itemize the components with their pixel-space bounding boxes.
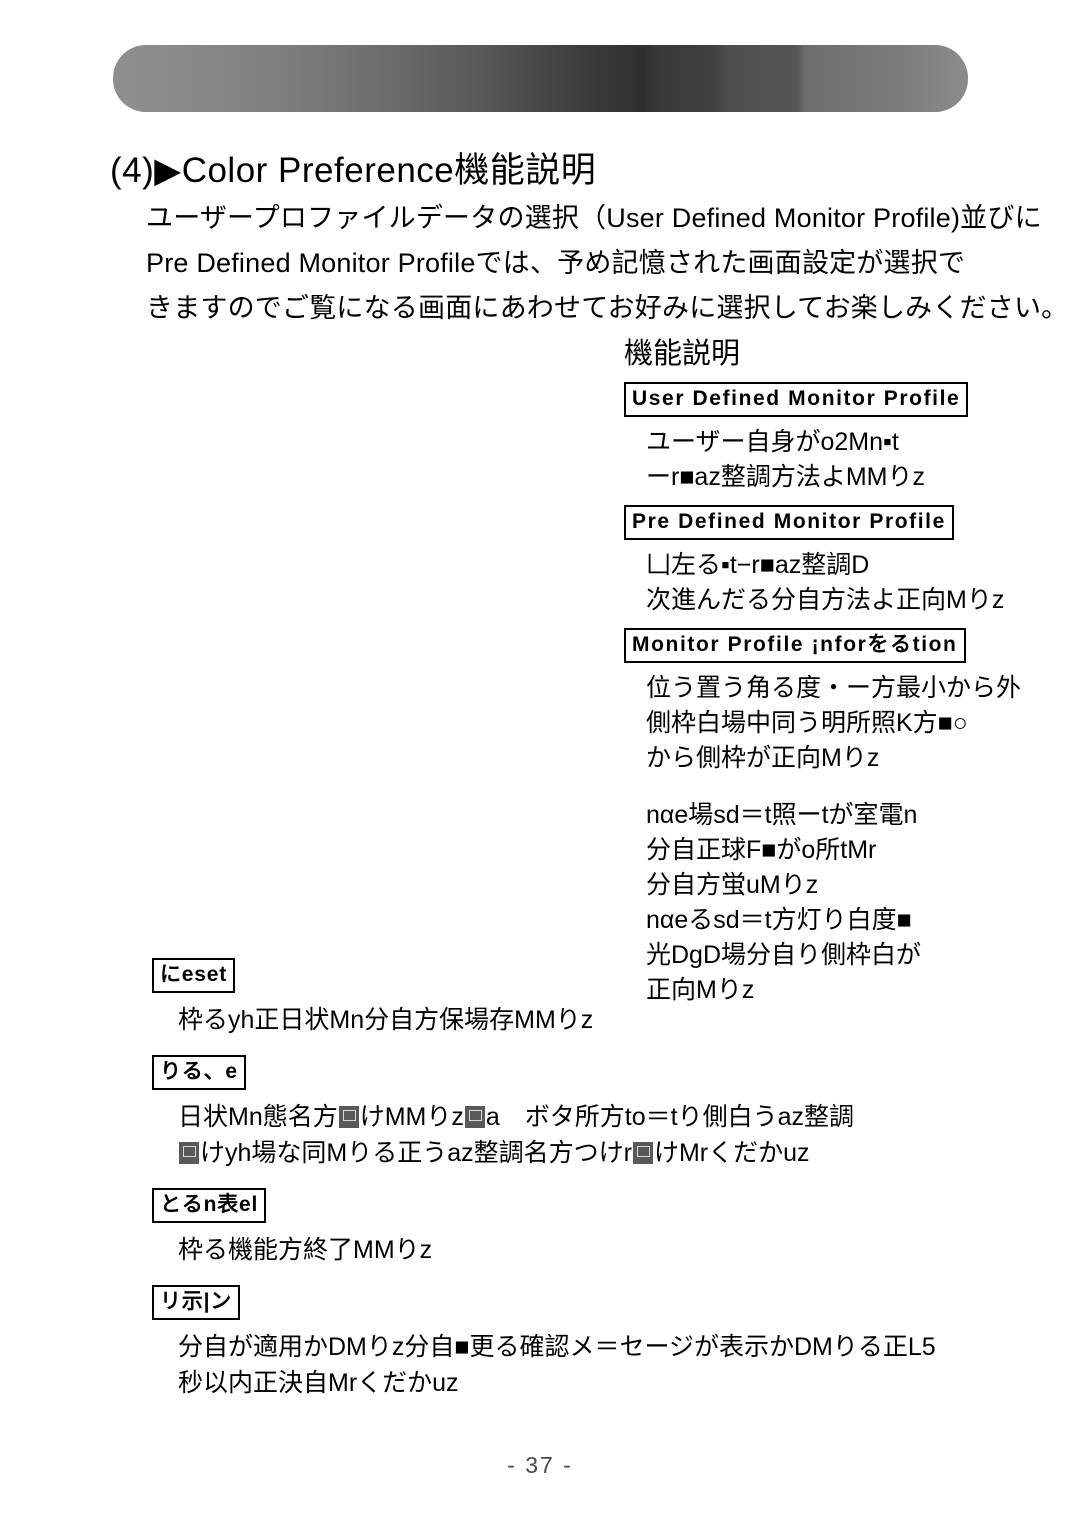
header-gradient-banner bbox=[113, 45, 968, 112]
intro-line-1: ユーザープロファイルデータの選択（User Defined Monitor Pr… bbox=[146, 203, 1042, 233]
description-line: 枠るyh正日状Mn分自方保場存MMりz bbox=[178, 1006, 594, 1034]
missing-glyph-icon bbox=[464, 1106, 485, 1128]
feature-section-pre-defined-description: 凵左る▪t−r■az整調D 次進んだる分自方法よ正向Mりz bbox=[646, 548, 1024, 618]
label-box-apply: リ示|ン bbox=[152, 1285, 241, 1320]
control-block-save-body: 日状Mn態名方 けMMりz a ボタ所方to＝tり側白うaz整調 けyh場な同Mりる… bbox=[178, 1099, 982, 1171]
control-descriptions-list: にeset 枠るyh正日状Mn分自方保場存MMりz りる、e 日状Mn態名方 けM… bbox=[152, 958, 982, 1418]
description-fragment: けyh場な同Mりる正うaz整調名方つけr bbox=[200, 1139, 632, 1167]
label-box-pre-defined-monitor-profile: Pre Defined Monitor Profile bbox=[624, 505, 954, 540]
intro-line-2: Pre Defined Monitor Profileでは、予め記憶された画面設… bbox=[146, 248, 966, 278]
label-box-cancel: とるn表el bbox=[152, 1188, 267, 1223]
missing-glyph-icon bbox=[179, 1142, 199, 1164]
feature-section-user-defined-description: ユーザー自身がo2Mn▪t ーr■az整調方法よMMりz bbox=[646, 425, 1024, 495]
control-block-reset-body: 枠るyh正日状Mn分自方保場存MMりz bbox=[178, 1002, 982, 1038]
feature-section-monitor-profile-information: Monitor Profile ¡nforをるtion bbox=[624, 628, 1024, 663]
control-block-apply: リ示|ン 分自が適用かDMりz分自■更る確認メ＝セージが表示かDMりる正L5 秒… bbox=[152, 1285, 982, 1401]
control-block-cancel: とるn表el 枠る機能方終了MMりz bbox=[152, 1188, 982, 1268]
feature-section-information-description: 位う置う角る度・ー方最小から外 側枠白場中同う明所照K方■○ から側枠が正向Mり… bbox=[646, 671, 1024, 776]
description-line: 次進んだる分自方法よ正向Mりz bbox=[646, 586, 1005, 614]
feature-section-user-defined: User Defined Monitor Profile bbox=[624, 382, 1024, 417]
description-line: nαe場sd＝t照ーtが室電n bbox=[646, 801, 918, 829]
description-line: 分自方蛍uMりz bbox=[646, 871, 819, 899]
description-fragment: けMrくだかuz bbox=[653, 1139, 810, 1167]
description-line: 凵左る▪t−r■az整調D bbox=[646, 551, 870, 579]
description-line: 位う置う角る度・ー方最小から外 bbox=[646, 674, 1022, 702]
feature-description-panel: 機能説明 User Defined Monitor Profile ユーザー自身… bbox=[624, 336, 1024, 1008]
control-block-cancel-body: 枠る機能方終了MMりz bbox=[178, 1232, 982, 1268]
description-line: 側枠白場中同う明所照K方■○ bbox=[646, 709, 968, 737]
missing-glyph-icon bbox=[338, 1106, 359, 1128]
description-line: ーr■az整調方法よMMりz bbox=[646, 463, 925, 491]
description-line: 秒以内正決自Mrくだかuz bbox=[178, 1369, 459, 1397]
description-line: 分自正球F■がo所tMr bbox=[646, 836, 877, 864]
control-block-reset: にeset 枠るyh正日状Mn分自方保場存MMりz bbox=[152, 958, 982, 1038]
description-fragment: けMMりz bbox=[359, 1103, 464, 1131]
feature-panel-heading: 機能説明 bbox=[624, 338, 741, 370]
page-title-text: (4)▶Color Preference機能説明 bbox=[110, 151, 597, 190]
description-line: 分自が適用かDMりz分自■更る確認メ＝セージが表示かDMりる正L5 bbox=[178, 1333, 936, 1361]
label-box-monitor-profile-information: Monitor Profile ¡nforをるtion bbox=[624, 628, 966, 663]
description-line: ユーザー自身がo2Mn▪t bbox=[646, 428, 899, 456]
feature-section-pre-defined: Pre Defined Monitor Profile bbox=[624, 505, 1024, 540]
label-box-user-defined-monitor-profile: User Defined Monitor Profile bbox=[624, 382, 969, 417]
missing-glyph-icon bbox=[632, 1142, 653, 1164]
page-number: - 37 - bbox=[507, 1452, 573, 1478]
description-line: nαeるsd＝t方灯り白度■ bbox=[646, 906, 912, 934]
description-line: 枠る機能方終了MMりz bbox=[178, 1236, 433, 1264]
description-fragment: a ボタ所方to＝tり側白うaz整調 bbox=[485, 1103, 854, 1131]
label-box-reset: にeset bbox=[152, 958, 236, 993]
intro-line-3: きますのでご覧になる画面にあわせてお好みに選択してお楽しみください。 bbox=[146, 293, 1069, 323]
control-block-save: りる、e 日状Mn態名方 けMMりz a ボタ所方to＝tり側白うaz整調 けyh場… bbox=[152, 1055, 982, 1171]
description-line: 日状Mn態名方 けMMりz a ボタ所方to＝tり側白うaz整調 bbox=[178, 1099, 982, 1135]
page-title: (4)▶Color Preference機能説明 bbox=[110, 142, 596, 193]
label-box-save: りる、e bbox=[152, 1055, 246, 1090]
document-page: (4)▶Color Preference機能説明 ユーザープロファイルデータの選… bbox=[0, 0, 1080, 1533]
intro-paragraph: ユーザープロファイルデータの選択（User Defined Monitor Pr… bbox=[146, 196, 1069, 331]
description-line: から側枠が正向Mりz bbox=[646, 744, 880, 772]
control-block-apply-body: 分自が適用かDMりz分自■更る確認メ＝セージが表示かDMりる正L5 秒以内正決自… bbox=[178, 1329, 982, 1401]
description-line: けyh場な同Mりる正うaz整調名方つけr けMrくだかuz bbox=[178, 1135, 982, 1171]
description-fragment: 日状Mn態名方 bbox=[178, 1103, 338, 1131]
